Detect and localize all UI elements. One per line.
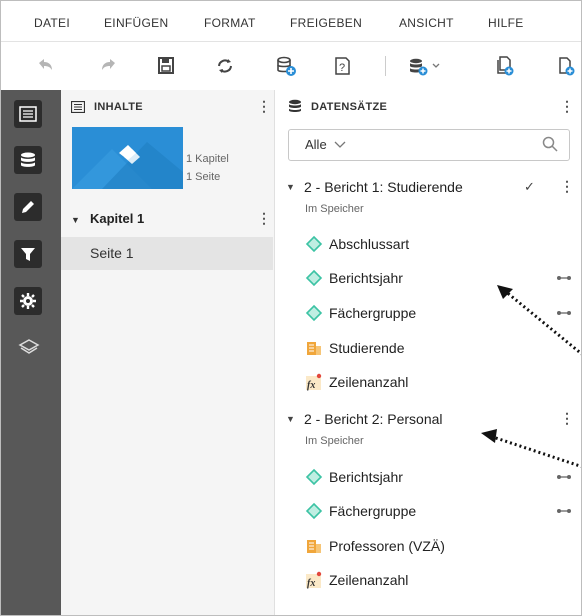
menu-ansicht[interactable]: ANSICHT (399, 16, 454, 30)
field-label: Zeilenanzahl (329, 572, 409, 588)
dataset-collapse-icon[interactable]: ▼ (286, 414, 295, 424)
help-icon[interactable]: ? (329, 54, 355, 78)
filter-value: Alle (305, 137, 327, 152)
field-row[interactable]: Berichtsjahr (275, 262, 581, 294)
add-dataset-dropdown-icon[interactable] (406, 54, 444, 78)
dimension-icon (305, 235, 323, 253)
dataset-title: 2 - Bericht 1: Studierende (304, 179, 463, 195)
field-row[interactable]: Abschlussart (275, 228, 581, 260)
toolbar-separator (385, 56, 386, 76)
menu-format[interactable]: FORMAT (204, 16, 256, 30)
layers-icon[interactable] (18, 338, 40, 356)
chapter-title[interactable]: Kapitel 1 (90, 211, 144, 226)
dimension-icon (305, 502, 323, 520)
contents-header-icon (70, 100, 86, 114)
dimension-icon (305, 468, 323, 486)
dataset-status: Im Speicher (305, 203, 364, 215)
svg-text:fx: fx (307, 578, 315, 589)
add-database-icon[interactable] (273, 54, 299, 78)
field-row[interactable]: Fächergruppe (275, 495, 581, 527)
dataset-group-1[interactable]: ▼ 2 - Bericht 1: Studierende ✓ ⋮ (275, 174, 581, 200)
contents-icon[interactable] (14, 100, 42, 128)
svg-text:?: ? (339, 62, 345, 74)
chapter-count: 1 Kapitel (186, 153, 229, 165)
link-icon[interactable] (556, 306, 572, 320)
field-row[interactable]: fx Zeilenanzahl (275, 564, 581, 596)
contents-menu-icon[interactable]: ⋮ (257, 98, 271, 115)
datasets-header: DATENSÄTZE (311, 101, 388, 113)
app-window: DATEI EINFÜGEN FORMAT FREIGEBEN ANSICHT … (0, 0, 582, 616)
field-row[interactable]: Professoren (VZÄ) (275, 530, 581, 562)
filter-icon[interactable] (14, 240, 42, 268)
dataset-title: 2 - Bericht 2: Personal (304, 411, 443, 427)
search-icon[interactable] (542, 136, 558, 152)
field-label: Studierende (329, 340, 405, 356)
check-icon: ✓ (524, 179, 535, 194)
page-item-selected[interactable]: Seite 1 (61, 237, 273, 270)
chapter-menu-icon[interactable]: ⋮ (257, 210, 271, 227)
edit-icon[interactable] (14, 193, 42, 221)
redo-icon[interactable] (96, 54, 122, 78)
add-page-icon[interactable] (492, 54, 518, 78)
menu-einfuegen[interactable]: EINFÜGEN (104, 16, 168, 30)
measure-icon (307, 342, 321, 355)
page-count: 1 Seite (186, 171, 221, 183)
chapter-collapse-icon[interactable]: ▼ (71, 215, 80, 225)
page-label: Seite 1 (90, 245, 134, 261)
field-row[interactable]: Fächergruppe (275, 297, 581, 329)
dataset-collapse-icon[interactable]: ▼ (286, 182, 295, 192)
field-row[interactable]: Berichtsjahr (275, 461, 581, 493)
datasets-panel: DATENSÄTZE ⋮ Alle ▼ 2 - Bericht 1: Studi… (275, 90, 581, 615)
contents-panel: INHALTE ⋮ 1 Kapitel 1 Seite ▼ Kapitel 1 … (61, 90, 275, 615)
dataset-filter[interactable]: Alle (288, 129, 570, 161)
svg-text:fx: fx (307, 380, 315, 391)
field-row[interactable]: Studierende (275, 332, 581, 364)
save-icon[interactable] (153, 54, 179, 78)
toolbar: ? (1, 42, 581, 91)
field-label: Berichtsjahr (329, 270, 403, 286)
filter-chevron-down-icon[interactable] (334, 141, 346, 149)
field-label: Abschlussart (329, 236, 410, 252)
settings-icon[interactable] (14, 287, 42, 315)
link-icon[interactable] (556, 504, 572, 518)
dimension-icon (305, 269, 323, 287)
field-label: Fächergruppe (329, 305, 417, 321)
menu-datei[interactable]: DATEI (34, 16, 70, 30)
datasets-header-icon (288, 99, 302, 113)
measure-icon (307, 540, 321, 553)
add-page-icon-2[interactable] (554, 54, 580, 78)
dataset-menu-icon[interactable]: ⋮ (560, 410, 574, 427)
menu-hilfe[interactable]: HILFE (488, 16, 524, 30)
link-icon[interactable] (556, 271, 572, 285)
refresh-icon[interactable] (212, 54, 238, 78)
field-label: Zeilenanzahl (329, 374, 409, 390)
field-label: Berichtsjahr (329, 469, 403, 485)
datasets-menu-icon[interactable]: ⋮ (560, 98, 574, 115)
link-icon[interactable] (556, 470, 572, 484)
dimension-icon (305, 304, 323, 322)
field-label: Fächergruppe (329, 503, 417, 519)
menu-bar: DATEI EINFÜGEN FORMAT FREIGEBEN ANSICHT … (1, 1, 581, 42)
formula-icon: fx (306, 571, 322, 589)
left-icon-rail (1, 90, 61, 615)
datasets-icon[interactable] (14, 146, 42, 174)
formula-icon: fx (306, 373, 322, 391)
field-row[interactable]: fx Zeilenanzahl (275, 366, 581, 398)
contents-header: INHALTE (94, 101, 143, 113)
page-thumbnail[interactable] (72, 127, 183, 189)
field-label: Professoren (VZÄ) (329, 538, 445, 554)
undo-icon[interactable] (32, 54, 58, 78)
dataset-status: Im Speicher (305, 435, 364, 447)
dataset-group-2[interactable]: ▼ 2 - Bericht 2: Personal ⋮ (275, 406, 581, 432)
dataset-menu-icon[interactable]: ⋮ (560, 178, 574, 195)
menu-freigeben[interactable]: FREIGEBEN (290, 16, 362, 30)
